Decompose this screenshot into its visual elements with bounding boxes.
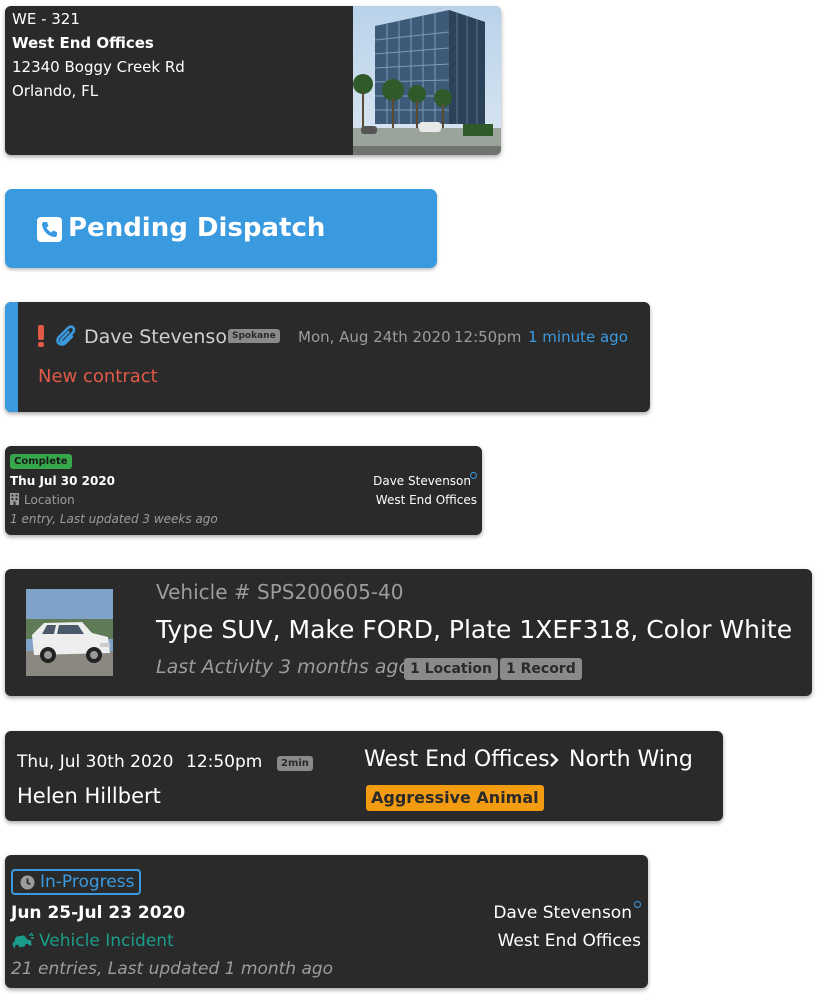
record-person[interactable]: Dave Stevenson (373, 473, 471, 489)
site-card[interactable]: WE - 321 West End Offices 12340 Boggy Cr… (5, 6, 501, 155)
online-indicator (470, 472, 477, 479)
incident-sublocation[interactable]: North Wing (569, 745, 693, 775)
note-author[interactable]: Dave Stevenson (84, 324, 239, 350)
vehicle-last-activity: Last Activity 3 months ago (156, 656, 411, 678)
office-building-photo (353, 6, 501, 155)
clock-icon (20, 875, 35, 894)
note-time: 12:50pm (454, 328, 522, 346)
location-label: Location (24, 493, 75, 507)
note-date: Mon, Aug 24th 2020 (298, 328, 451, 346)
incident-tag: Aggressive Animal (366, 785, 544, 811)
in-progress-badge: In-Progress (11, 869, 141, 895)
record-site: West End Offices (375, 493, 477, 507)
chevron-right-icon (549, 752, 559, 772)
incident-location[interactable]: West End Offices (364, 745, 550, 775)
white-suv-photo (26, 589, 113, 676)
record-site: West End Offices (497, 931, 641, 951)
location-count-badge[interactable]: 1 Location (404, 658, 498, 680)
vehicle-title: Vehicle # SPS200605-40 (156, 580, 404, 604)
site-city: Orlando, FL (12, 82, 99, 100)
note-text: New contract (38, 366, 158, 387)
car-crash-icon (11, 932, 35, 954)
record-count-badge[interactable]: 1 Record (500, 658, 582, 680)
record-card-complete[interactable]: Complete Thu Jul 30 2020 Location 1 entr… (5, 446, 482, 535)
record-summary: 21 entries, Last updated 1 month ago (11, 959, 334, 979)
online-indicator (634, 901, 641, 908)
record-summary: 1 entry, Last updated 3 weeks ago (10, 512, 218, 526)
site-street: 12340 Boggy Creek Rd (12, 58, 185, 76)
paperclip-icon[interactable] (52, 323, 76, 353)
status-label: In-Progress (40, 872, 135, 892)
duration-badge: 2min (277, 756, 313, 771)
record-dates: Jun 25-Jul 23 2020 (11, 903, 186, 923)
note-accent-bar (5, 302, 18, 412)
phone-square-icon (37, 217, 62, 246)
note-card[interactable]: Dave Stevenson Spokane Mon, Aug 24th 202… (5, 302, 650, 412)
incident-date: Thu, Jul 30th 2020 (17, 752, 174, 772)
record-person[interactable]: Dave Stevenson (493, 902, 632, 924)
exclamation-icon (36, 324, 46, 352)
site-code: WE - 321 (12, 10, 80, 28)
building-icon (10, 493, 19, 508)
author-location-tag: Spokane (228, 329, 280, 343)
record-type: Vehicle Incident (39, 931, 174, 951)
pending-dispatch-button[interactable]: Pending Dispatch (5, 189, 437, 268)
record-card-in-progress[interactable]: In-Progress Jun 25-Jul 23 2020 Vehicle I… (5, 855, 648, 988)
dispatch-label: Pending Dispatch (68, 213, 326, 243)
note-relative-time: 1 minute ago (528, 328, 628, 346)
incident-time: 12:50pm (186, 752, 263, 772)
vehicle-card[interactable]: Vehicle # SPS200605-40 Type SUV, Make FO… (5, 569, 812, 696)
site-name: West End Offices (12, 34, 154, 52)
incident-person[interactable]: Helen Hillbert (17, 782, 161, 810)
vehicle-description: Type SUV, Make FORD, Plate 1XEF318, Colo… (156, 615, 793, 644)
status-badge: Complete (10, 454, 72, 469)
incident-card[interactable]: Thu, Jul 30th 2020 12:50pm 2min Helen Hi… (5, 731, 723, 821)
record-date: Thu Jul 30 2020 (10, 474, 116, 488)
